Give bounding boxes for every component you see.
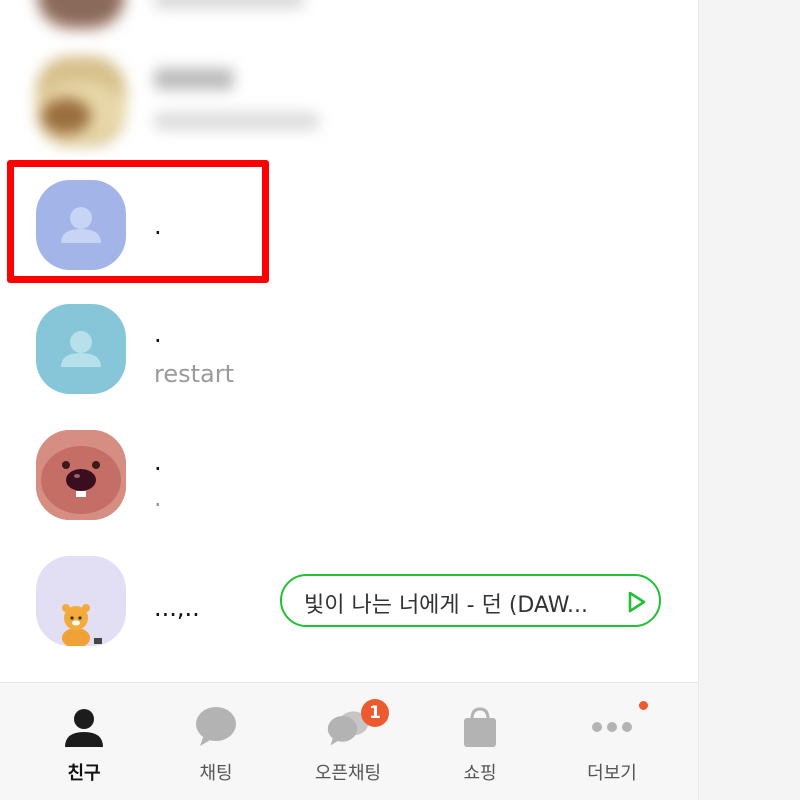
more-icon xyxy=(592,722,632,732)
beaver-character-avatar xyxy=(36,430,126,520)
friend-avatar xyxy=(36,0,126,30)
tab-open-chat[interactable]: 1 오픈채팅 xyxy=(278,683,418,800)
tab-friends[interactable]: 친구 xyxy=(14,683,154,800)
tab-label: 오픈채팅 xyxy=(314,763,382,784)
tab-chats[interactable]: 채팅 xyxy=(146,683,286,800)
tab-label: 더보기 xyxy=(587,763,637,784)
lion-character-avatar xyxy=(36,556,126,646)
bottom-tab-bar: 친구 채팅 1 오픈채팅 쇼핑 더보기 xyxy=(0,682,698,800)
friend-name: . xyxy=(154,448,162,476)
friend-row[interactable] xyxy=(0,40,698,160)
friend-status: . xyxy=(154,484,162,512)
friend-avatar xyxy=(36,56,126,146)
blurred-text xyxy=(154,112,319,130)
unread-badge: 1 xyxy=(361,699,389,727)
default-profile-avatar xyxy=(36,304,126,394)
tab-more[interactable]: 더보기 xyxy=(542,683,682,800)
friend-row[interactable]: . . xyxy=(0,412,698,532)
person-icon xyxy=(65,709,103,747)
shopping-bag-icon xyxy=(464,707,496,747)
blurred-text xyxy=(154,0,304,8)
tab-label: 채팅 xyxy=(199,763,233,784)
tab-label: 쇼핑 xyxy=(463,763,497,784)
friend-row[interactable]: . restart xyxy=(0,286,698,406)
profile-music-button[interactable]: 빛이 나는 너에게 - 던 (DAW... xyxy=(280,574,661,627)
lion-character-icon xyxy=(36,556,126,646)
blurred-text xyxy=(154,68,234,90)
play-icon xyxy=(628,591,646,613)
profile-music-title: 빛이 나는 너에게 - 던 (DAW... xyxy=(304,593,589,618)
tab-shopping[interactable]: 쇼핑 xyxy=(410,683,550,800)
chat-bubble-icon xyxy=(196,707,236,746)
friend-name: . xyxy=(154,320,162,348)
friends-screen: . . restart . . ...,.. 빛이 나는 너에게 - 던 (DA… xyxy=(0,0,698,800)
notification-dot xyxy=(639,701,648,710)
friend-name: ...,.. xyxy=(154,594,200,622)
beaver-character-icon xyxy=(36,430,126,520)
selection-highlight-box xyxy=(7,160,269,283)
tab-label: 친구 xyxy=(67,763,101,784)
right-margin xyxy=(698,0,800,800)
person-icon xyxy=(61,331,101,367)
friend-status: restart xyxy=(154,360,235,388)
